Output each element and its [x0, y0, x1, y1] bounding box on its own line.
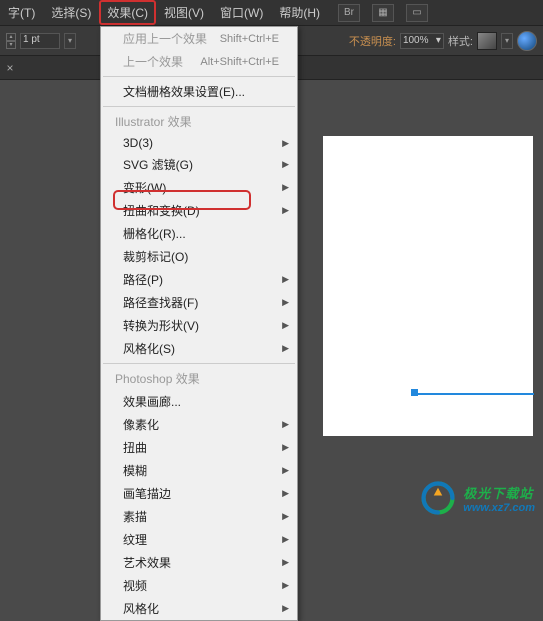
- menubar-icons: Br ▦ ▭: [338, 4, 428, 22]
- watermark-text: 极光下载站 www.xz7.com: [463, 483, 535, 514]
- stroke-dropdown-icon[interactable]: ▾: [64, 33, 76, 49]
- menu-pathfinder[interactable]: 路径查找器(F): [101, 291, 297, 314]
- section-illustrator-effects: Illustrator 效果: [101, 110, 297, 133]
- menu-select[interactable]: 选择(S): [43, 0, 99, 25]
- menu-warp[interactable]: 变形(W): [101, 176, 297, 199]
- menu-pixelate[interactable]: 像素化: [101, 413, 297, 436]
- menu-help[interactable]: 帮助(H): [271, 0, 328, 25]
- menu-distort-ps[interactable]: 扭曲: [101, 436, 297, 459]
- close-tab-icon[interactable]: ×: [0, 61, 20, 75]
- stroke-weight-input[interactable]: 1 pt: [20, 33, 60, 49]
- menu-path[interactable]: 路径(P): [101, 268, 297, 291]
- viewmode-icon[interactable]: ▭: [406, 4, 428, 22]
- menu-blur[interactable]: 模糊: [101, 459, 297, 482]
- menu-doc-raster-settings[interactable]: 文档栅格效果设置(E)...: [101, 80, 297, 103]
- menu-view[interactable]: 视图(V): [156, 0, 212, 25]
- style-dropdown-icon[interactable]: ▾: [501, 33, 513, 49]
- path-segment[interactable]: [414, 393, 534, 395]
- separator: [103, 76, 295, 77]
- globe-icon[interactable]: [517, 31, 537, 51]
- watermark: 极光下载站 www.xz7.com: [421, 481, 535, 515]
- artboard[interactable]: [323, 136, 533, 436]
- menu-svg-filters[interactable]: SVG 滤镜(G): [101, 153, 297, 176]
- stroke-weight-control[interactable]: ▴▾ 1 pt ▾: [6, 33, 76, 49]
- menu-brush-strokes[interactable]: 画笔描边: [101, 482, 297, 505]
- effect-menu-dropdown: 应用上一个效果Shift+Ctrl+E 上一个效果Alt+Shift+Ctrl+…: [100, 26, 298, 621]
- menu-distort-transform[interactable]: 扭曲和变换(D): [101, 199, 297, 222]
- menu-apply-last-effect: 应用上一个效果Shift+Ctrl+E: [101, 27, 297, 50]
- menu-video-fx[interactable]: 视频: [101, 574, 297, 597]
- bridge-icon[interactable]: Br: [338, 4, 360, 22]
- watermark-site-name: 极光下载站: [463, 483, 535, 502]
- spinner-icon[interactable]: ▴▾: [6, 33, 16, 49]
- watermark-logo-icon: [421, 481, 455, 515]
- opacity-label: 不透明度:: [349, 33, 396, 49]
- menu-crop-marks[interactable]: 裁剪标记(O): [101, 245, 297, 268]
- menu-stylize-ps[interactable]: 风格化: [101, 597, 297, 620]
- opacity-input[interactable]: 100%▾: [400, 33, 444, 49]
- menu-type[interactable]: 字(T): [0, 0, 43, 25]
- anchor-point[interactable]: [411, 389, 418, 396]
- menu-last-effect: 上一个效果Alt+Shift+Ctrl+E: [101, 50, 297, 73]
- menu-effect[interactable]: 效果(C): [99, 0, 156, 25]
- watermark-url: www.xz7.com: [463, 502, 535, 514]
- menu-stylize-ai[interactable]: 风格化(S): [101, 337, 297, 360]
- separator: [103, 363, 295, 364]
- arrange-icon[interactable]: ▦: [372, 4, 394, 22]
- style-swatch[interactable]: [477, 32, 497, 50]
- menu-texture[interactable]: 纹理: [101, 528, 297, 551]
- menu-bar: 字(T) 选择(S) 效果(C) 视图(V) 窗口(W) 帮助(H) Br ▦ …: [0, 0, 543, 26]
- menu-3d[interactable]: 3D(3): [101, 133, 297, 153]
- menu-window[interactable]: 窗口(W): [212, 0, 271, 25]
- menu-effect-gallery[interactable]: 效果画廊...: [101, 390, 297, 413]
- separator: [103, 106, 295, 107]
- style-label: 样式:: [448, 33, 473, 49]
- menu-artistic[interactable]: 艺术效果: [101, 551, 297, 574]
- section-photoshop-effects: Photoshop 效果: [101, 367, 297, 390]
- menu-rasterize[interactable]: 栅格化(R)...: [101, 222, 297, 245]
- menu-sketch[interactable]: 素描: [101, 505, 297, 528]
- menu-convert-to-shape[interactable]: 转换为形状(V): [101, 314, 297, 337]
